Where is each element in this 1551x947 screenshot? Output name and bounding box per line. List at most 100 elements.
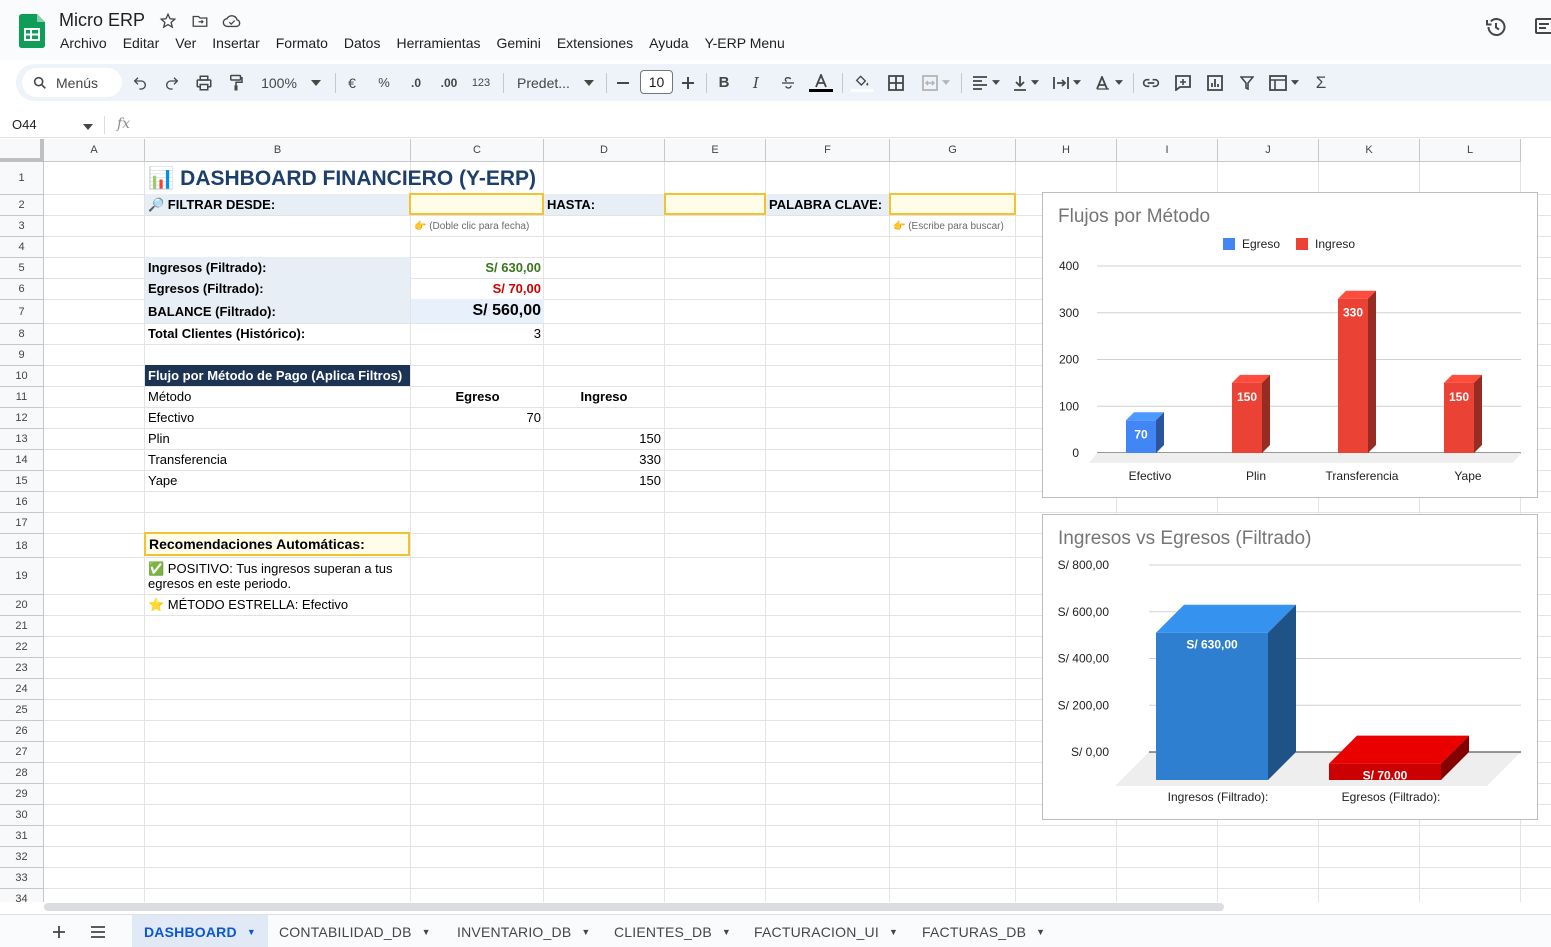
row-header[interactable]: 2 bbox=[0, 195, 44, 216]
menu-datos[interactable]: Datos bbox=[336, 34, 389, 54]
insert-comment-icon[interactable] bbox=[1172, 64, 1194, 101]
row-header[interactable]: 29 bbox=[0, 784, 44, 805]
text-rotation-icon[interactable] bbox=[1092, 64, 1126, 101]
print-icon[interactable] bbox=[193, 64, 215, 101]
row-header[interactable]: 9 bbox=[0, 345, 44, 366]
row-header[interactable]: 26 bbox=[0, 721, 44, 742]
search-menus-button[interactable]: Menús bbox=[22, 68, 122, 97]
row-header[interactable]: 34 bbox=[0, 889, 44, 902]
row-header[interactable]: 18 bbox=[0, 534, 44, 558]
menu-extensiones[interactable]: Extensiones bbox=[549, 34, 641, 54]
borders-icon[interactable] bbox=[886, 64, 906, 101]
all-sheets-icon[interactable] bbox=[90, 923, 110, 941]
row-header[interactable]: 23 bbox=[0, 658, 44, 679]
formula-input[interactable] bbox=[150, 117, 1530, 133]
sheet-tab-facturacion-ui[interactable]: FACTURACION_UI ▼ bbox=[742, 915, 910, 947]
font-size-input[interactable]: 10 bbox=[640, 70, 673, 94]
column-header[interactable]: L bbox=[1420, 139, 1521, 162]
cloud-saved-icon[interactable] bbox=[222, 12, 242, 30]
menu-gemini[interactable]: Gemini bbox=[488, 34, 548, 54]
column-header[interactable]: F bbox=[766, 139, 890, 162]
sheet-tab-inventario[interactable]: INVENTARIO_DB ▼ bbox=[445, 915, 602, 947]
caret-down-icon[interactable]: ▼ bbox=[889, 927, 898, 937]
currency-button[interactable]: € bbox=[342, 64, 362, 101]
row-header[interactable]: 3 bbox=[0, 216, 44, 237]
row-header[interactable]: 4 bbox=[0, 237, 44, 258]
menu-insertar[interactable]: Insertar bbox=[204, 34, 267, 54]
name-box[interactable]: O44 bbox=[12, 117, 37, 132]
version-history-icon[interactable] bbox=[1484, 15, 1508, 39]
insert-chart-icon[interactable] bbox=[1204, 64, 1226, 101]
chart-ingresos-vs-egresos[interactable]: Ingresos vs Egresos (Filtrado) S/ 0,00 S/… bbox=[1042, 514, 1538, 820]
menu-formato[interactable]: Formato bbox=[268, 34, 336, 54]
decrease-decimal-button[interactable]: .0 bbox=[405, 64, 427, 101]
undo-icon[interactable] bbox=[130, 64, 150, 101]
column-header[interactable]: H bbox=[1016, 139, 1117, 162]
font-family-select[interactable]: Predet... bbox=[513, 64, 595, 101]
keyword-input[interactable] bbox=[889, 193, 1016, 215]
row-header[interactable]: 32 bbox=[0, 847, 44, 868]
row-header[interactable]: 10 bbox=[0, 366, 44, 387]
row-header[interactable]: 21 bbox=[0, 616, 44, 637]
vertical-align-icon[interactable] bbox=[1010, 64, 1042, 101]
fill-color-icon[interactable] bbox=[850, 64, 874, 101]
caret-down-icon[interactable]: ▼ bbox=[722, 927, 731, 937]
increase-decimal-button[interactable]: .00 bbox=[436, 64, 462, 101]
text-color-icon[interactable] bbox=[808, 64, 834, 101]
menu-archivo[interactable]: Archivo bbox=[52, 34, 115, 54]
text-wrap-icon[interactable] bbox=[1050, 64, 1084, 101]
row-header[interactable]: 6 bbox=[0, 279, 44, 300]
move-folder-icon[interactable] bbox=[191, 12, 209, 30]
paint-format-icon[interactable] bbox=[226, 64, 246, 101]
italic-icon[interactable]: I bbox=[746, 64, 766, 101]
column-header[interactable]: A bbox=[44, 139, 145, 162]
row-header[interactable]: 31 bbox=[0, 826, 44, 847]
sheet-tab-contabilidad[interactable]: CONTABILIDAD_DB ▼ bbox=[267, 915, 443, 947]
menu-y-erp[interactable]: Y-ERP Menu bbox=[697, 34, 793, 54]
caret-down-icon[interactable]: ▼ bbox=[247, 927, 256, 937]
row-header[interactable]: 33 bbox=[0, 868, 44, 889]
row-header[interactable]: 24 bbox=[0, 679, 44, 700]
row-header[interactable]: 22 bbox=[0, 637, 44, 658]
percent-button[interactable]: % bbox=[374, 64, 394, 101]
spreadsheet-grid[interactable]: ABCDEFGHIJKL 1 2 3 4 5 6 7 8 9 10 11 12 13 14 15 16 17 18… bbox=[0, 139, 1551, 902]
chart-flujos-por-metodo[interactable]: Flujos por Método Egreso Ingreso 0 100 200… bbox=[1042, 192, 1538, 498]
row-header[interactable]: 14 bbox=[0, 450, 44, 471]
filter-from-input[interactable] bbox=[409, 193, 544, 215]
horizontal-scrollbar[interactable] bbox=[44, 903, 1224, 911]
column-header[interactable]: C bbox=[411, 139, 544, 162]
sheet-tab-facturas-db[interactable]: FACTURAS_DB ▼ bbox=[910, 915, 1057, 947]
comments-icon[interactable] bbox=[1532, 15, 1551, 39]
horizontal-align-icon[interactable] bbox=[970, 64, 1002, 101]
column-header[interactable]: J bbox=[1218, 139, 1319, 162]
filter-to-input[interactable] bbox=[664, 193, 766, 215]
sheet-tab-clientes[interactable]: CLIENTES_DB ▼ bbox=[602, 915, 743, 947]
decrease-font-size-icon[interactable] bbox=[614, 64, 632, 101]
merge-cells-icon[interactable] bbox=[918, 64, 954, 101]
caret-down-icon[interactable]: ▼ bbox=[581, 927, 590, 937]
add-sheet-icon[interactable] bbox=[50, 923, 70, 941]
filter-icon[interactable] bbox=[1236, 64, 1258, 101]
row-header[interactable]: 15 bbox=[0, 471, 44, 492]
row-header[interactable]: 19 bbox=[0, 558, 44, 595]
row-header[interactable]: 11 bbox=[0, 387, 44, 408]
menu-herramientas[interactable]: Herramientas bbox=[388, 34, 488, 54]
functions-icon[interactable]: Σ bbox=[1310, 64, 1332, 101]
row-header[interactable]: 13 bbox=[0, 429, 44, 450]
caret-down-icon[interactable]: ▼ bbox=[1036, 927, 1045, 937]
redo-icon[interactable] bbox=[162, 64, 182, 101]
star-icon[interactable] bbox=[159, 12, 177, 30]
row-header[interactable]: 5 bbox=[0, 258, 44, 279]
caret-down-icon[interactable]: ▼ bbox=[422, 927, 431, 937]
select-all-corner[interactable] bbox=[0, 139, 44, 162]
row-header[interactable]: 12 bbox=[0, 408, 44, 429]
column-header[interactable]: K bbox=[1319, 139, 1420, 162]
column-header[interactable]: I bbox=[1117, 139, 1218, 162]
bold-icon[interactable]: B bbox=[714, 64, 734, 101]
zoom-select[interactable]: 100% bbox=[256, 64, 326, 101]
row-header[interactable]: 28 bbox=[0, 763, 44, 784]
increase-font-size-icon[interactable] bbox=[679, 64, 697, 101]
row-header[interactable]: 8 bbox=[0, 324, 44, 345]
menu-ver[interactable]: Ver bbox=[167, 34, 204, 54]
column-header[interactable]: D bbox=[544, 139, 665, 162]
